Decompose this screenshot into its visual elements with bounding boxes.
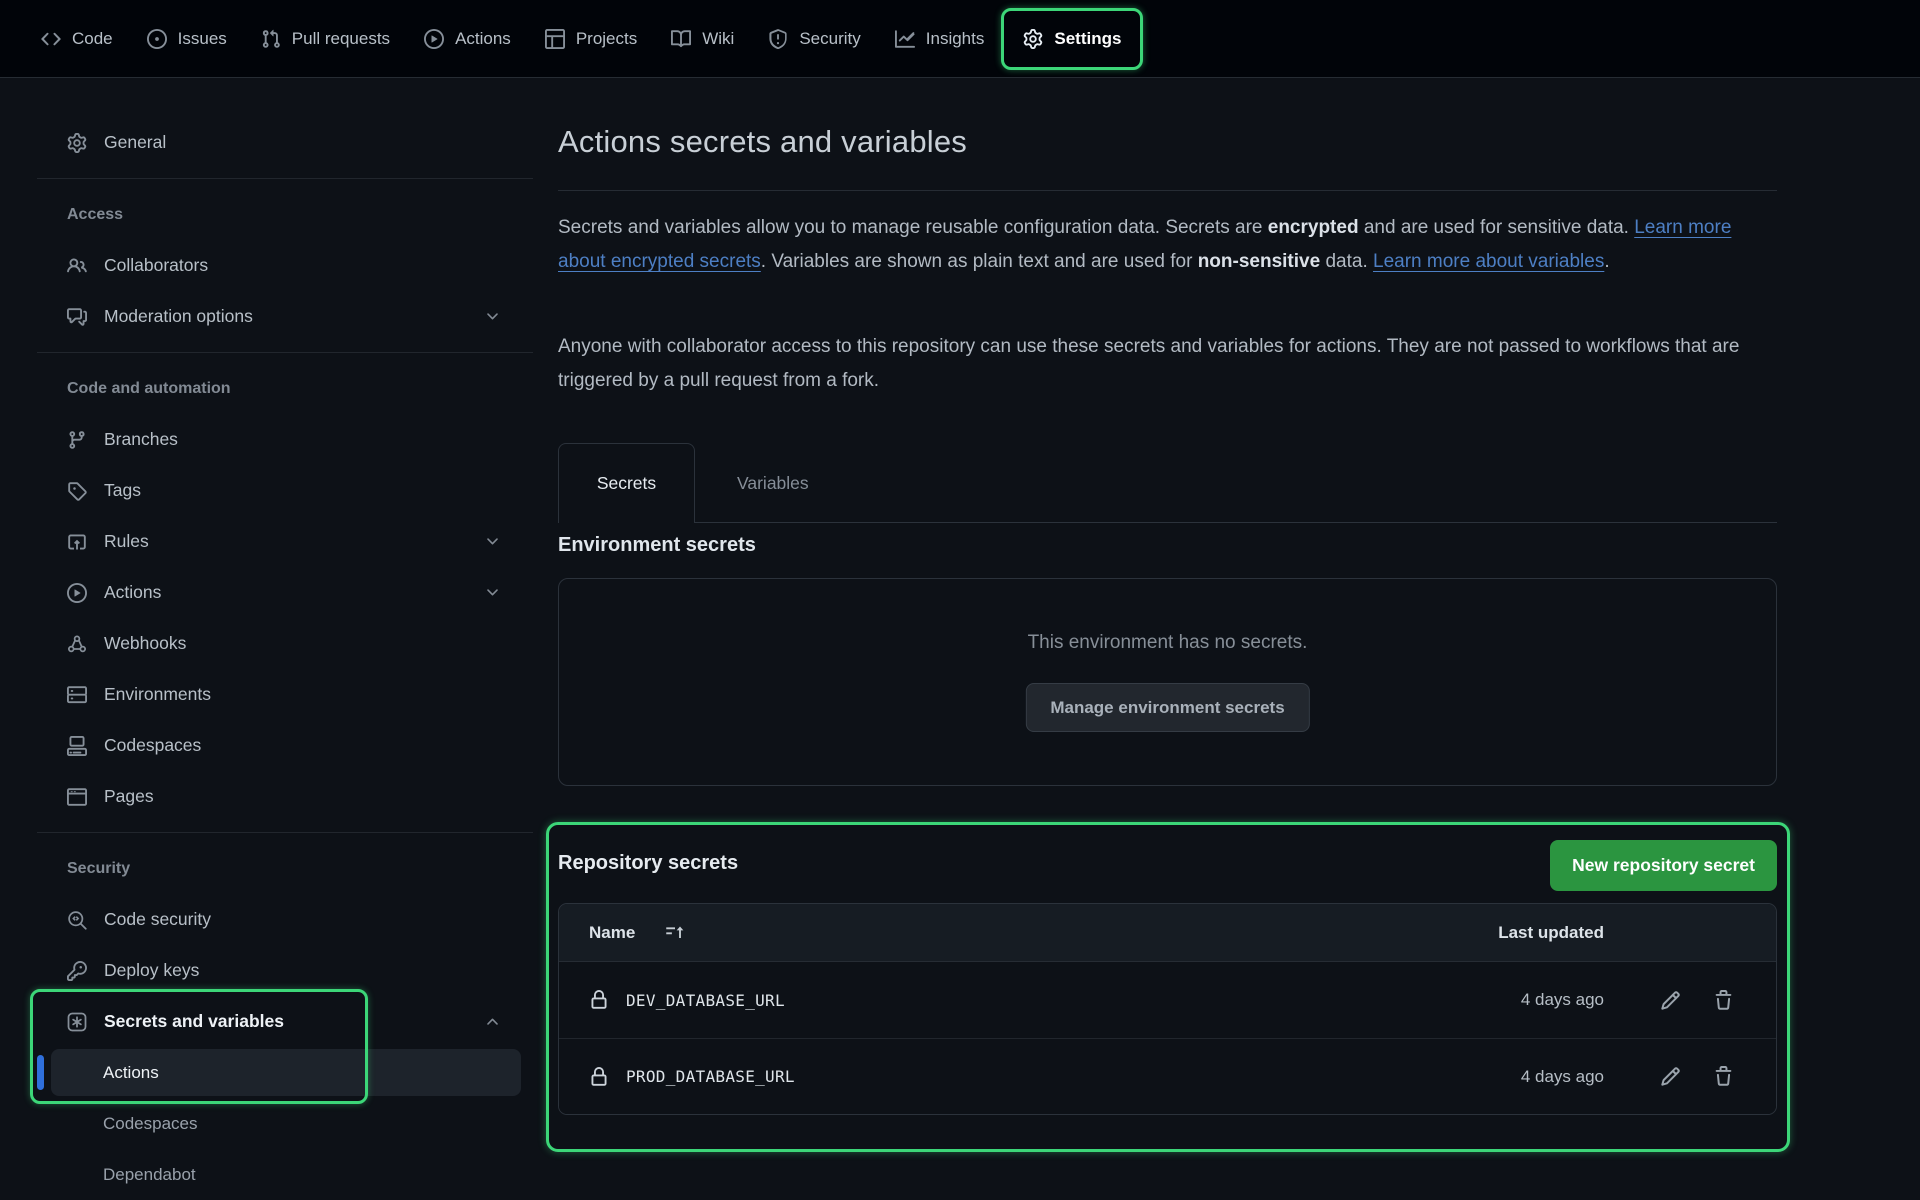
sidebar-item-pages[interactable]: Pages <box>37 771 533 822</box>
sidebar-divider <box>37 832 533 833</box>
chevron-down-icon <box>484 308 501 325</box>
settings-sidebar: General Access Collaborators Moderation … <box>37 117 533 1200</box>
server-icon <box>67 685 87 705</box>
table-header-row: Name Last updated <box>559 904 1776 962</box>
sidebar-subitem-actions[interactable]: Actions <box>37 1047 533 1098</box>
issue-icon <box>147 29 167 49</box>
tabbar-divider <box>694 522 1777 523</box>
sidebar-item-environments[interactable]: Environments <box>37 669 533 720</box>
delete-trash-icon[interactable] <box>1713 1066 1734 1087</box>
chevron-down-icon <box>484 584 501 601</box>
manage-environment-secrets-button[interactable]: Manage environment secrets <box>1025 683 1309 732</box>
sidebar-section-access: Access <box>37 189 533 240</box>
link-variables[interactable]: Learn more about variables <box>1373 251 1604 272</box>
secret-name: PROD_DATABASE_URL <box>626 1067 795 1086</box>
play-icon <box>424 29 444 49</box>
sidebar-divider <box>37 178 533 179</box>
description-paragraph: Secrets and variables allow you to manag… <box>558 211 1777 278</box>
sidebar-item-branches[interactable]: Branches <box>37 414 533 465</box>
sidebar-item-moderation-options[interactable]: Moderation options <box>37 291 533 342</box>
browser-icon <box>67 787 87 807</box>
rule-icon <box>67 532 87 552</box>
sidebar-divider <box>37 352 533 353</box>
delete-trash-icon[interactable] <box>1713 990 1734 1011</box>
new-repository-secret-button[interactable]: New repository secret <box>1550 840 1777 891</box>
table-row: PROD_DATABASE_URL 4 days ago <box>559 1038 1776 1114</box>
lock-icon <box>589 1067 609 1087</box>
webhook-icon <box>67 634 87 654</box>
edit-pencil-icon[interactable] <box>1660 990 1681 1011</box>
secret-updated: 4 days ago <box>1434 990 1604 1010</box>
sidebar-item-webhooks[interactable]: Webhooks <box>37 618 533 669</box>
key-icon <box>67 961 87 981</box>
chevron-down-icon <box>484 533 501 550</box>
table-row: DEV_DATABASE_URL 4 days ago <box>559 962 1776 1038</box>
settings-content: Actions secrets and variables Secrets an… <box>558 0 1777 1200</box>
repository-secrets-title: Repository secrets <box>558 852 738 875</box>
sidebar-subitem-codespaces[interactable]: Codespaces <box>37 1098 533 1149</box>
environment-empty-message: This environment has no secrets. <box>559 632 1776 654</box>
sidebar-item-actions[interactable]: Actions <box>37 567 533 618</box>
tab-code[interactable]: Code <box>24 14 130 64</box>
codespaces-icon <box>67 736 87 756</box>
asterisk-box-icon <box>67 1012 87 1032</box>
secret-name: DEV_DATABASE_URL <box>626 991 785 1010</box>
sidebar-section-code-and-automation: Code and automation <box>37 363 533 414</box>
sidebar-item-general[interactable]: General <box>37 117 533 168</box>
sidebar-item-secrets-and-variables[interactable]: Secrets and variables <box>37 996 533 1047</box>
tag-icon <box>67 481 87 501</box>
people-icon <box>67 256 87 276</box>
play-icon <box>67 583 87 603</box>
name-header-cell: Name <box>559 923 1434 943</box>
git-pull-request-icon <box>261 29 281 49</box>
sort-ascending-icon[interactable] <box>665 923 685 943</box>
lock-icon <box>589 990 609 1010</box>
environment-secrets-title: Environment secrets <box>558 534 756 557</box>
sidebar-section-security: Security <box>37 843 533 894</box>
last-updated-header-cell: Last updated <box>1434 923 1604 943</box>
tab-secrets[interactable]: Secrets <box>558 443 695 523</box>
comment-discussion-icon <box>67 307 87 327</box>
tab-variables[interactable]: Variables <box>715 443 831 523</box>
sidebar-item-codespaces[interactable]: Codespaces <box>37 720 533 771</box>
active-item-indicator <box>37 1055 44 1090</box>
sidebar-item-rules[interactable]: Rules <box>37 516 533 567</box>
sidebar-item-collaborators[interactable]: Collaborators <box>37 240 533 291</box>
sidebar-item-tags[interactable]: Tags <box>37 465 533 516</box>
code-icon <box>41 29 61 49</box>
edit-pencil-icon[interactable] <box>1660 1066 1681 1087</box>
collaborator-note-paragraph: Anyone with collaborator access to this … <box>558 330 1777 398</box>
chevron-up-icon <box>484 1013 501 1030</box>
secret-updated: 4 days ago <box>1434 1067 1604 1087</box>
sidebar-item-deploy-keys[interactable]: Deploy keys <box>37 945 533 996</box>
environment-secrets-panel: This environment has no secrets. Manage … <box>558 578 1777 786</box>
git-branch-icon <box>67 430 87 450</box>
gear-icon <box>67 133 87 153</box>
tab-actions[interactable]: Actions <box>407 14 528 64</box>
secrets-variables-tabs: Secrets Variables <box>558 443 1777 523</box>
tab-pull-requests[interactable]: Pull requests <box>244 14 407 64</box>
repository-secrets-table: Name Last updated DEV_DATABASE_URL 4 day… <box>558 903 1777 1115</box>
page-title: Actions secrets and variables <box>558 124 967 160</box>
codescan-icon <box>67 910 87 930</box>
sidebar-subitem-dependabot[interactable]: Dependabot <box>37 1149 533 1200</box>
sidebar-item-code-security[interactable]: Code security <box>37 894 533 945</box>
tab-issues[interactable]: Issues <box>130 14 244 64</box>
title-divider <box>558 190 1777 191</box>
